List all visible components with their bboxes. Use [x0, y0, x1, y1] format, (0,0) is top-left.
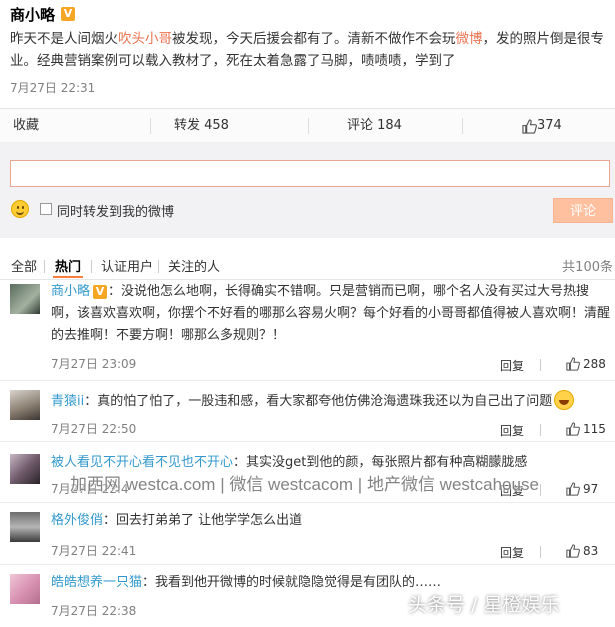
weibo-link[interactable]: 微博 — [456, 31, 483, 47]
comment-composer: 同时转发到我的微博 评论 — [0, 142, 615, 238]
divider — [462, 118, 463, 134]
avatar[interactable] — [10, 512, 40, 542]
emoji-icon[interactable] — [11, 200, 29, 218]
divider — [150, 118, 151, 134]
divider — [308, 118, 309, 134]
post-author-name[interactable]: 商小略 — [10, 4, 55, 25]
comment-like-count: 288 — [583, 357, 606, 371]
post-timestamp[interactable]: 7月27日 22:31 — [10, 79, 95, 96]
post-text: 昨天不是人间烟火吹头小哥被发现，今天后援会都有了。清新不做作不会玩微博，发的照片… — [10, 28, 610, 72]
thumbs-up-icon — [522, 118, 537, 134]
comment-timestamp: 7月27日 22:50 — [51, 422, 137, 436]
submit-comment-button[interactable]: 评论 — [553, 198, 613, 223]
tab-hot[interactable]: 热门 — [55, 256, 81, 275]
like-button[interactable]: 374 — [522, 109, 562, 143]
post-text-part: 昨天不是人间烟火 — [10, 31, 118, 47]
divider — [540, 546, 541, 558]
post-author-row: 商小略 V — [10, 3, 76, 25]
thumbs-up-icon — [566, 482, 580, 496]
comment-text: ：其实没get到他的颜，每张照片都有种高糊朦胧感 — [233, 455, 528, 470]
post-text-part: 被发现，今天后援会都有了。清新不做作不会玩 — [172, 31, 456, 47]
comment-text: ：回去打弟弟了 让他学学怎么出道 — [103, 513, 303, 528]
avatar[interactable] — [10, 574, 40, 604]
comment-text: ：我看到他开微博的时候就隐隐觉得是有团队的…… — [142, 575, 442, 590]
divider — [158, 260, 159, 273]
comment-like-button[interactable]: 83 — [566, 544, 598, 558]
thumbs-up-icon — [566, 422, 580, 436]
avatar[interactable] — [10, 284, 40, 314]
comment-button[interactable]: 评论 184 — [347, 109, 402, 143]
repost-checkbox-label[interactable]: 同时转发到我的微博 — [57, 201, 174, 220]
comment-item: 青猿ii：真的怕了怕了，一股违和感，看大家都夸他仿佛沧海遗珠我还以为自己出了问题… — [0, 381, 615, 442]
reply-button[interactable]: 回复 — [500, 422, 524, 439]
divider — [540, 484, 541, 496]
post-topic-link[interactable]: 吹头小哥 — [118, 31, 172, 47]
comment-item: 格外俊俏：回去打弟弟了 让他学学怎么出道 7月27日 22:41 回复 83 — [0, 503, 615, 565]
repost-button[interactable]: 转发 458 — [174, 109, 229, 143]
comment-total-count: 共100条 — [562, 260, 613, 275]
comment-timestamp: 7月27日 23:09 — [51, 357, 137, 371]
site-watermark: 加西网 westca.com | 微信 westcacom | 地产微信 wes… — [70, 475, 539, 494]
repost-checkbox[interactable] — [40, 203, 52, 215]
comment-username[interactable]: 格外俊俏 — [51, 513, 103, 528]
comment-like-button[interactable]: 97 — [566, 482, 598, 496]
tab-verified-users[interactable]: 认证用户 — [101, 256, 153, 275]
reply-button[interactable]: 回复 — [500, 357, 524, 374]
laughing-emoji-icon — [554, 390, 575, 410]
comment-body: 格外俊俏：回去打弟弟了 让他学学怎么出道 — [51, 510, 611, 532]
tab-all[interactable]: 全部 — [11, 256, 37, 275]
post-action-bar: 收藏 转发 458 评论 184 374 — [0, 108, 615, 144]
weibo-post: 商小略 V 昨天不是人间烟火吹头小哥被发现，今天后援会都有了。清新不做作不会玩微… — [0, 0, 615, 108]
divider — [44, 260, 45, 273]
comment-filter-tabs: 全部 热门 认证用户 关注的人 共100条 — [0, 252, 615, 280]
divider — [540, 359, 541, 371]
divider — [91, 260, 92, 273]
comment-username[interactable]: 商小略 — [51, 284, 90, 299]
divider — [540, 424, 541, 436]
like-count: 374 — [537, 118, 562, 133]
comment-like-count: 97 — [583, 482, 599, 496]
collect-button[interactable]: 收藏 — [13, 109, 39, 143]
comment-timestamp: 7月27日 22:38 — [51, 604, 137, 618]
avatar[interactable] — [10, 454, 40, 484]
comment-like-button[interactable]: 115 — [566, 422, 606, 436]
verified-badge-icon: V — [93, 285, 108, 299]
thumbs-up-icon — [566, 357, 580, 371]
source-watermark: 头条号 / 星橙娱乐 — [408, 594, 560, 616]
thumbs-up-icon — [566, 544, 580, 558]
comment-timestamp: 7月27日 22:41 — [51, 544, 137, 558]
comment-item: 商小略 V ：没说他怎么地啊，长得确实不错啊。只是营销而已啊，哪个名人没有买过大号热… — [0, 278, 615, 381]
comment-text: ：没说他怎么地啊，长得确实不错啊。只是营销而已啊，哪个名人没有买过大号热搜啊，该… — [51, 284, 611, 343]
comment-username[interactable]: 青猿ii — [51, 394, 84, 409]
comment-like-count: 115 — [583, 422, 606, 436]
avatar[interactable] — [10, 390, 40, 420]
comment-like-button[interactable]: 288 — [566, 357, 606, 371]
comment-username[interactable]: 皓皓想养一只猫 — [51, 575, 142, 590]
comment-username[interactable]: 被人看见不开心看不见也不开心 — [51, 455, 233, 470]
comment-like-count: 83 — [583, 544, 599, 558]
reply-button[interactable]: 回复 — [500, 544, 524, 561]
comment-body: 商小略 V ：没说他怎么地啊，长得确实不错啊。只是营销而已啊，哪个名人没有买过大号热… — [51, 281, 611, 347]
comment-body: 青猿ii：真的怕了怕了，一股违和感，看大家都夸他仿佛沧海遗珠我还以为自己出了问题 — [51, 390, 611, 413]
tab-following[interactable]: 关注的人 — [168, 256, 220, 275]
verified-badge-icon: V — [61, 7, 76, 21]
comment-text: ：真的怕了怕了，一股违和感，看大家都夸他仿佛沧海遗珠我还以为自己出了问题 — [84, 394, 553, 409]
comment-input[interactable] — [10, 160, 610, 187]
